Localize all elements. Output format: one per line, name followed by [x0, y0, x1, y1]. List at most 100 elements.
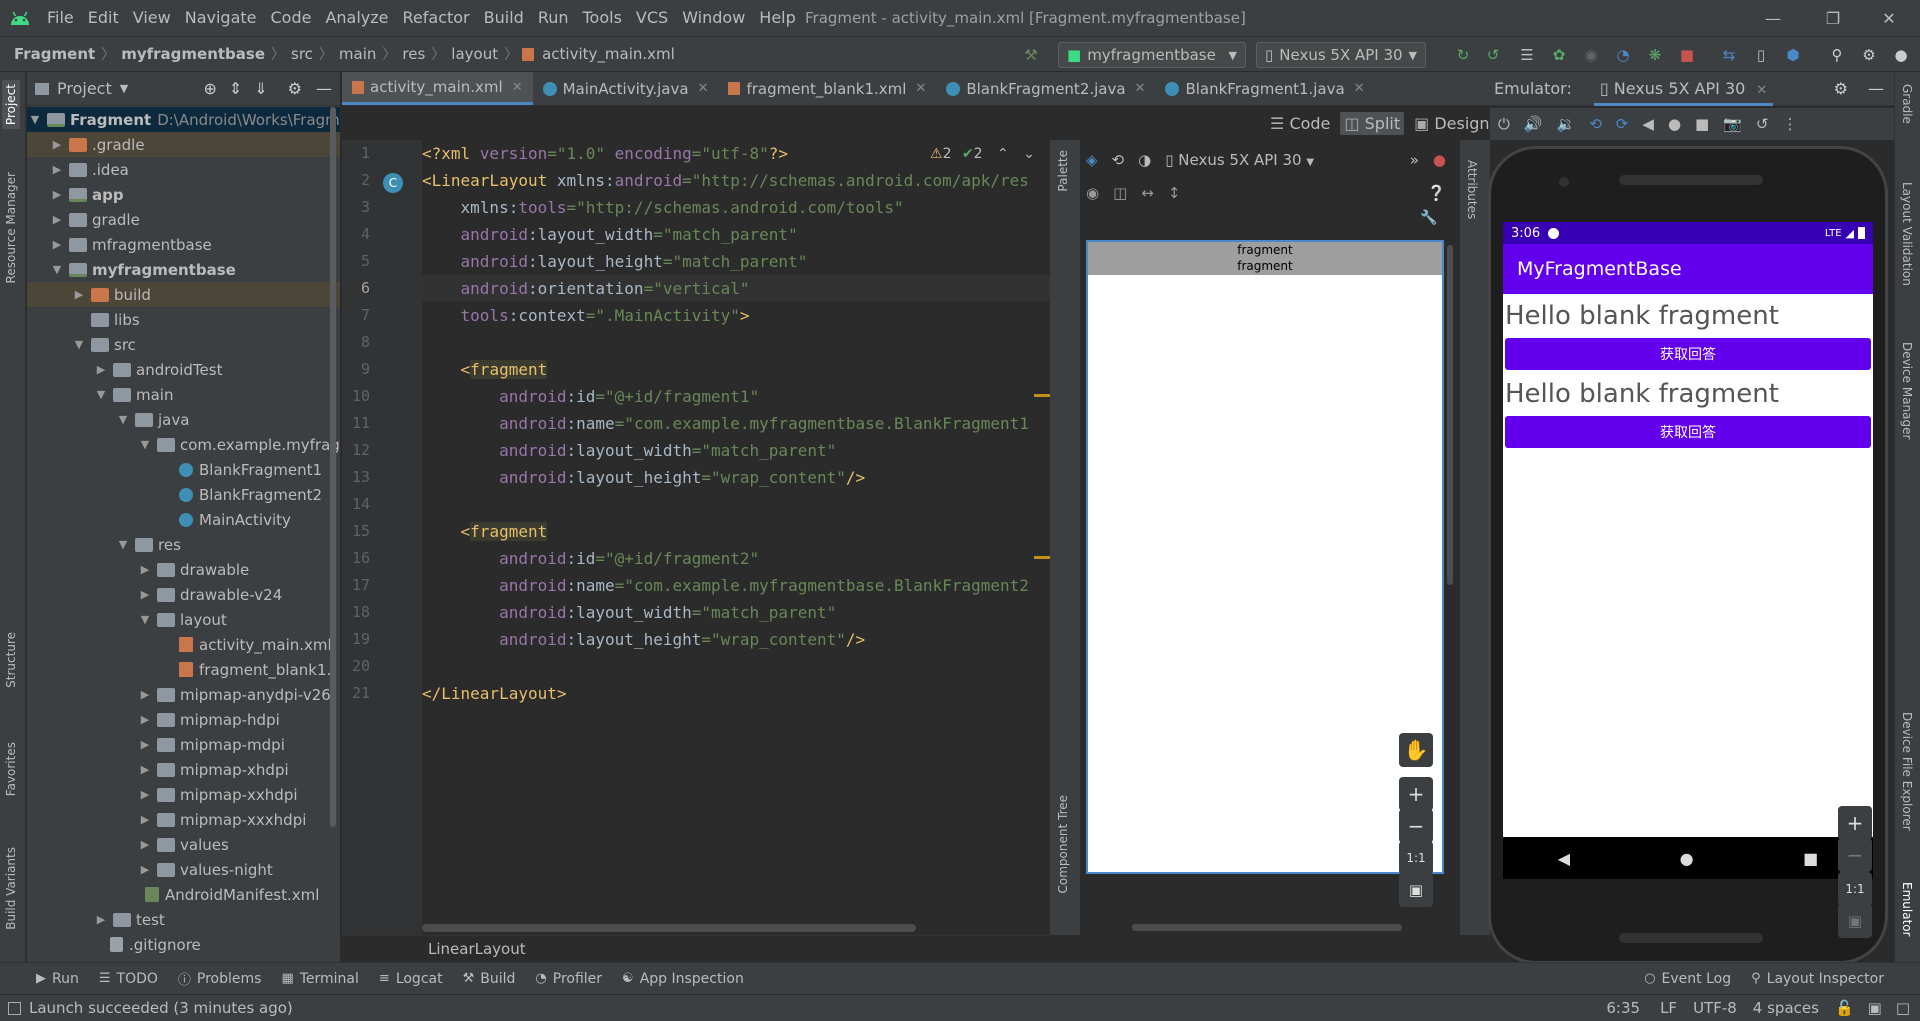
- tree-item-activity-main-xml[interactable]: activity_main.xml: [27, 632, 340, 657]
- get-answer-button-1[interactable]: 获取回答: [1505, 338, 1871, 370]
- breadcrumb-module[interactable]: myfragmentbase: [117, 45, 269, 63]
- tree-item-values[interactable]: ▶ values: [27, 832, 340, 857]
- zoom-reset-button[interactable]: 1:1: [1399, 841, 1433, 875]
- emulator-zoom-reset-button[interactable]: 1:1: [1838, 872, 1872, 906]
- minimize-icon[interactable]: —: [1750, 0, 1796, 36]
- tree-item-fragment-blank1-xml[interactable]: fragment_blank1.: [27, 657, 340, 682]
- snapshot-icon[interactable]: ↺: [1756, 115, 1769, 133]
- menu-file[interactable]: File: [40, 0, 81, 36]
- tool-tab-favorites[interactable]: Favorites: [4, 742, 18, 796]
- tree-item-gradle-cache[interactable]: ▶ .gradle: [27, 132, 340, 157]
- close-icon[interactable]: ✕: [512, 80, 523, 95]
- warning-stripe[interactable]: [1034, 556, 1050, 559]
- fragment-preview-2[interactable]: fragment: [1088, 258, 1442, 275]
- nav-home-icon[interactable]: ●: [1680, 849, 1694, 868]
- attach-debugger-icon[interactable]: ❋: [1644, 44, 1666, 66]
- tab-blankfragment1-java[interactable]: BlankFragment1.java ✕: [1155, 72, 1374, 105]
- tab-blankfragment2-java[interactable]: BlankFragment2.java ✕: [936, 72, 1155, 105]
- layers-icon[interactable]: ◈: [1086, 151, 1098, 169]
- tree-item-drawable[interactable]: ▶ drawable: [27, 557, 340, 582]
- caret-position[interactable]: 6:35: [1606, 999, 1640, 1017]
- status-message[interactable]: Launch succeeded (3 minutes ago): [29, 999, 293, 1017]
- apply-changes-icon[interactable]: ↻: [1452, 44, 1474, 66]
- emulator-device-tab[interactable]: ▯ Nexus 5X API 30 ✕: [1593, 72, 1774, 106]
- tool-build[interactable]: ⚒ Build: [453, 971, 526, 987]
- error-icon[interactable]: ●: [1433, 151, 1446, 169]
- lock-icon[interactable]: 🔓: [1835, 999, 1854, 1017]
- tree-item-androidtest[interactable]: ▶ androidTest: [27, 357, 340, 382]
- overview-icon[interactable]: ■: [1695, 115, 1709, 133]
- nav-back-icon[interactable]: ◀: [1558, 849, 1570, 868]
- emulator-zoom-in-icon[interactable]: +: [1838, 806, 1872, 840]
- menu-code[interactable]: Code: [264, 0, 319, 36]
- account-icon[interactable]: ●: [1890, 44, 1912, 66]
- tree-item-mainactivity[interactable]: MainActivity: [27, 507, 340, 532]
- menu-tools[interactable]: Tools: [576, 0, 629, 36]
- tree-item-gradle[interactable]: ▶ gradle: [27, 207, 340, 232]
- menu-run[interactable]: Run: [531, 0, 576, 36]
- tool-tab-structure[interactable]: Structure: [4, 632, 18, 688]
- inspection-summary[interactable]: ⚠2 ✔2 ⌃ ⌄: [930, 146, 1035, 162]
- nav-recents-icon[interactable]: ■: [1803, 849, 1818, 868]
- tool-tab-emulator[interactable]: Emulator: [1900, 882, 1914, 937]
- emulator-fit-icon[interactable]: ▣: [1838, 904, 1872, 938]
- profiler-icon[interactable]: ◔: [1612, 44, 1634, 66]
- search-icon[interactable]: ⚲: [1826, 44, 1848, 66]
- line-separator[interactable]: LF: [1660, 999, 1677, 1017]
- stop-icon[interactable]: ■: [1676, 44, 1698, 66]
- project-view-select[interactable]: Project: [57, 79, 112, 98]
- tree-item-mipmap-xhdpi[interactable]: ▶ mipmap-xhdpi: [27, 757, 340, 782]
- home-icon[interactable]: ●: [1668, 115, 1681, 133]
- breadcrumb-main[interactable]: main: [335, 45, 380, 63]
- palette-tab[interactable]: Palette: [1056, 150, 1070, 192]
- menu-refactor[interactable]: Refactor: [396, 0, 477, 36]
- attributes-tab[interactable]: Attributes: [1465, 160, 1479, 219]
- horizontal-scrollbar[interactable]: [422, 924, 916, 932]
- coverage-icon[interactable]: ◉: [1580, 44, 1602, 66]
- code-editor[interactable]: <?xml version="1.0" encoding="utf-8"?> <…: [422, 140, 1050, 935]
- close-icon[interactable]: ✕: [698, 81, 709, 96]
- tree-item-res[interactable]: ▼ res: [27, 532, 340, 557]
- volume-down-icon[interactable]: 🔉: [1557, 115, 1576, 133]
- close-icon[interactable]: ✕: [1354, 81, 1365, 96]
- file-encoding[interactable]: UTF-8: [1693, 999, 1737, 1017]
- menu-view[interactable]: View: [126, 0, 178, 36]
- tree-item-mipmap-xxhdpi[interactable]: ▶ mipmap-xxhdpi: [27, 782, 340, 807]
- expand-all-icon[interactable]: ⇕: [229, 79, 242, 98]
- tree-item-blankfragment1[interactable]: BlankFragment1: [27, 457, 340, 482]
- tree-item-main[interactable]: ▼ main: [27, 382, 340, 407]
- back-icon[interactable]: ◀: [1642, 115, 1654, 133]
- tool-tab-project[interactable]: Project: [2, 80, 20, 130]
- zoom-out-icon[interactable]: −: [1399, 809, 1433, 843]
- tool-problems[interactable]: ⓘ Problems: [168, 969, 272, 989]
- tab-activity-main-xml[interactable]: activity_main.xml ✕: [342, 72, 533, 105]
- menu-help[interactable]: Help: [752, 0, 802, 36]
- chevron-up-icon[interactable]: ⌃: [997, 146, 1009, 162]
- menu-build[interactable]: Build: [477, 0, 531, 36]
- tab-mainactivity-java[interactable]: MainActivity.java ✕: [533, 72, 719, 105]
- volume-up-icon[interactable]: 🔊: [1524, 115, 1543, 133]
- eye-icon[interactable]: ◉: [1086, 184, 1099, 202]
- pan-icon[interactable]: ✋: [1399, 733, 1433, 767]
- close-window-icon[interactable]: ✕: [1866, 0, 1912, 36]
- tree-item-java[interactable]: ▼ java: [27, 407, 340, 432]
- tool-terminal[interactable]: ▦ Terminal: [271, 971, 368, 987]
- gear-icon[interactable]: ⚙: [288, 79, 302, 98]
- tree-item-layout[interactable]: ▼ layout: [27, 607, 340, 632]
- sdk-manager-icon[interactable]: ⬢: [1782, 44, 1804, 66]
- tool-tab-resource-manager[interactable]: Resource Manager: [4, 172, 18, 283]
- vertical-resize-icon[interactable]: ↕: [1168, 184, 1181, 202]
- close-icon[interactable]: ✕: [915, 81, 926, 96]
- fit-screen-icon[interactable]: ▣: [1399, 873, 1433, 907]
- tool-tab-layout-validation[interactable]: Layout Validation: [1900, 182, 1914, 286]
- tool-layout-inspector[interactable]: ⚲ Layout Inspector: [1741, 971, 1894, 987]
- close-icon[interactable]: ✕: [1135, 81, 1146, 96]
- locate-icon[interactable]: ⊕: [203, 79, 216, 98]
- collapse-all-icon[interactable]: ⇓: [254, 79, 267, 98]
- tree-item-libs[interactable]: libs: [27, 307, 340, 332]
- tool-tab-device-file-explorer[interactable]: Device File Explorer: [1900, 712, 1914, 831]
- tree-item-values-night[interactable]: ▶ values-night: [27, 857, 340, 882]
- tree-item-mipmap-xxxhdpi[interactable]: ▶ mipmap-xxxhdpi: [27, 807, 340, 832]
- tree-item-mipmap-mdpi[interactable]: ▶ mipmap-mdpi: [27, 732, 340, 757]
- horizontal-resize-icon[interactable]: ↔: [1141, 184, 1154, 202]
